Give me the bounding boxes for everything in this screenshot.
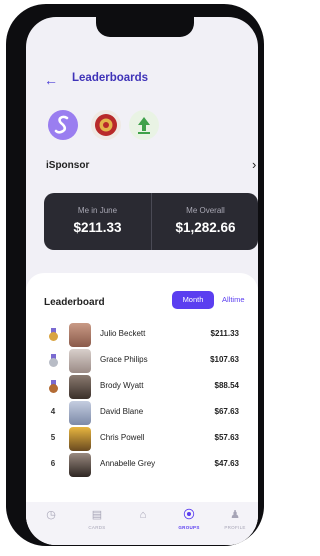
table-row[interactable]: 4 David Blane $67.63 bbox=[26, 400, 258, 426]
nav-item-groups[interactable]: ⦿ GROUPS bbox=[166, 508, 212, 530]
player-name: Julio Beckett bbox=[100, 329, 146, 338]
leaderboard-title: Leaderboard bbox=[44, 297, 105, 308]
nav-item-history[interactable]: ◷ bbox=[28, 508, 74, 525]
table-row[interactable]: Grace Philips $107.63 bbox=[26, 348, 258, 374]
top-bar: ← Leaderboards bbox=[26, 70, 258, 90]
bottom-nav: ◷ ▤ CARDS ⌂ ⦿ GROUPS ♟ PROFILE bbox=[26, 502, 258, 545]
green-tree-logo[interactable] bbox=[129, 110, 159, 140]
page-title: Leaderboards bbox=[72, 72, 149, 84]
nav-item-profile[interactable]: ♟ PROFILE bbox=[212, 508, 258, 530]
arrow-left-icon[interactable]: ← bbox=[44, 73, 58, 87]
gold-medal-icon bbox=[49, 328, 58, 341]
player-amount: $57.63 bbox=[214, 433, 239, 442]
stat-month: Me in June $211.33 bbox=[44, 193, 151, 250]
chevron-right-icon[interactable]: › bbox=[252, 157, 256, 172]
rank-number: 4 bbox=[50, 407, 56, 416]
avatar bbox=[69, 427, 91, 451]
phone-notch bbox=[96, 17, 194, 37]
stat-overall-label: Me Overall bbox=[186, 206, 225, 215]
cards-icon: ▤ bbox=[91, 509, 103, 521]
nav-item-cards[interactable]: ▤ CARDS bbox=[74, 508, 120, 530]
app-screen: ← Leaderboards iSponsor › Me in June $21… bbox=[26, 17, 258, 545]
player-amount: $47.63 bbox=[214, 459, 239, 468]
avatar bbox=[69, 375, 91, 399]
nav-item-home[interactable]: ⌂ bbox=[120, 508, 166, 525]
tab-alltime[interactable]: Alltime bbox=[222, 291, 245, 309]
bronze-medal-icon bbox=[49, 380, 58, 393]
tab-month[interactable]: Month bbox=[172, 291, 214, 309]
table-row[interactable]: 6 Annabelle Grey $47.63 bbox=[26, 452, 258, 478]
nav-label: GROUPS bbox=[178, 525, 200, 530]
avatar bbox=[69, 401, 91, 425]
avatar bbox=[69, 453, 91, 477]
sponsor-logos bbox=[48, 110, 248, 146]
player-name: Brody Wyatt bbox=[100, 381, 144, 390]
red-gold-crest-logo[interactable] bbox=[91, 110, 121, 140]
rank-number: 5 bbox=[50, 433, 56, 442]
home-icon: ⌂ bbox=[139, 509, 147, 521]
purple-s-logo[interactable] bbox=[48, 110, 78, 140]
nav-label: CARDS bbox=[88, 525, 106, 530]
clock-icon: ◷ bbox=[46, 509, 56, 521]
stat-overall-value: $1,282.66 bbox=[175, 220, 236, 235]
stat-overall: Me Overall $1,282.66 bbox=[151, 193, 258, 250]
stat-month-value: $211.33 bbox=[73, 220, 122, 235]
player-amount: $211.33 bbox=[210, 329, 239, 338]
table-row[interactable]: 5 Chris Powell $57.63 bbox=[26, 426, 258, 452]
stat-month-label: Me in June bbox=[77, 206, 118, 215]
profile-icon: ♟ bbox=[230, 509, 240, 521]
sponsor-name: iSponsor bbox=[46, 160, 90, 171]
silver-medal-icon bbox=[49, 354, 58, 367]
nav-label: PROFILE bbox=[224, 525, 246, 530]
player-amount: $88.54 bbox=[214, 381, 239, 390]
table-row[interactable]: Julio Beckett $211.33 bbox=[26, 322, 258, 348]
phone-frame: ← Leaderboards iSponsor › Me in June $21… bbox=[6, 4, 264, 546]
player-name: Annabelle Grey bbox=[100, 459, 156, 468]
avatar bbox=[69, 323, 91, 347]
rank-number: 6 bbox=[50, 459, 56, 468]
groups-icon: ⦿ bbox=[183, 509, 195, 521]
player-name: Chris Powell bbox=[100, 433, 145, 442]
stats-card: Me in June $211.33 Me Overall $1,282.66 bbox=[44, 193, 258, 250]
player-amount: $67.63 bbox=[214, 407, 239, 416]
player-amount: $107.63 bbox=[210, 355, 239, 364]
player-name: David Blane bbox=[100, 407, 144, 416]
avatar bbox=[69, 349, 91, 373]
player-name: Grace Philips bbox=[100, 355, 148, 364]
table-row[interactable]: Brody Wyatt $88.54 bbox=[26, 374, 258, 400]
